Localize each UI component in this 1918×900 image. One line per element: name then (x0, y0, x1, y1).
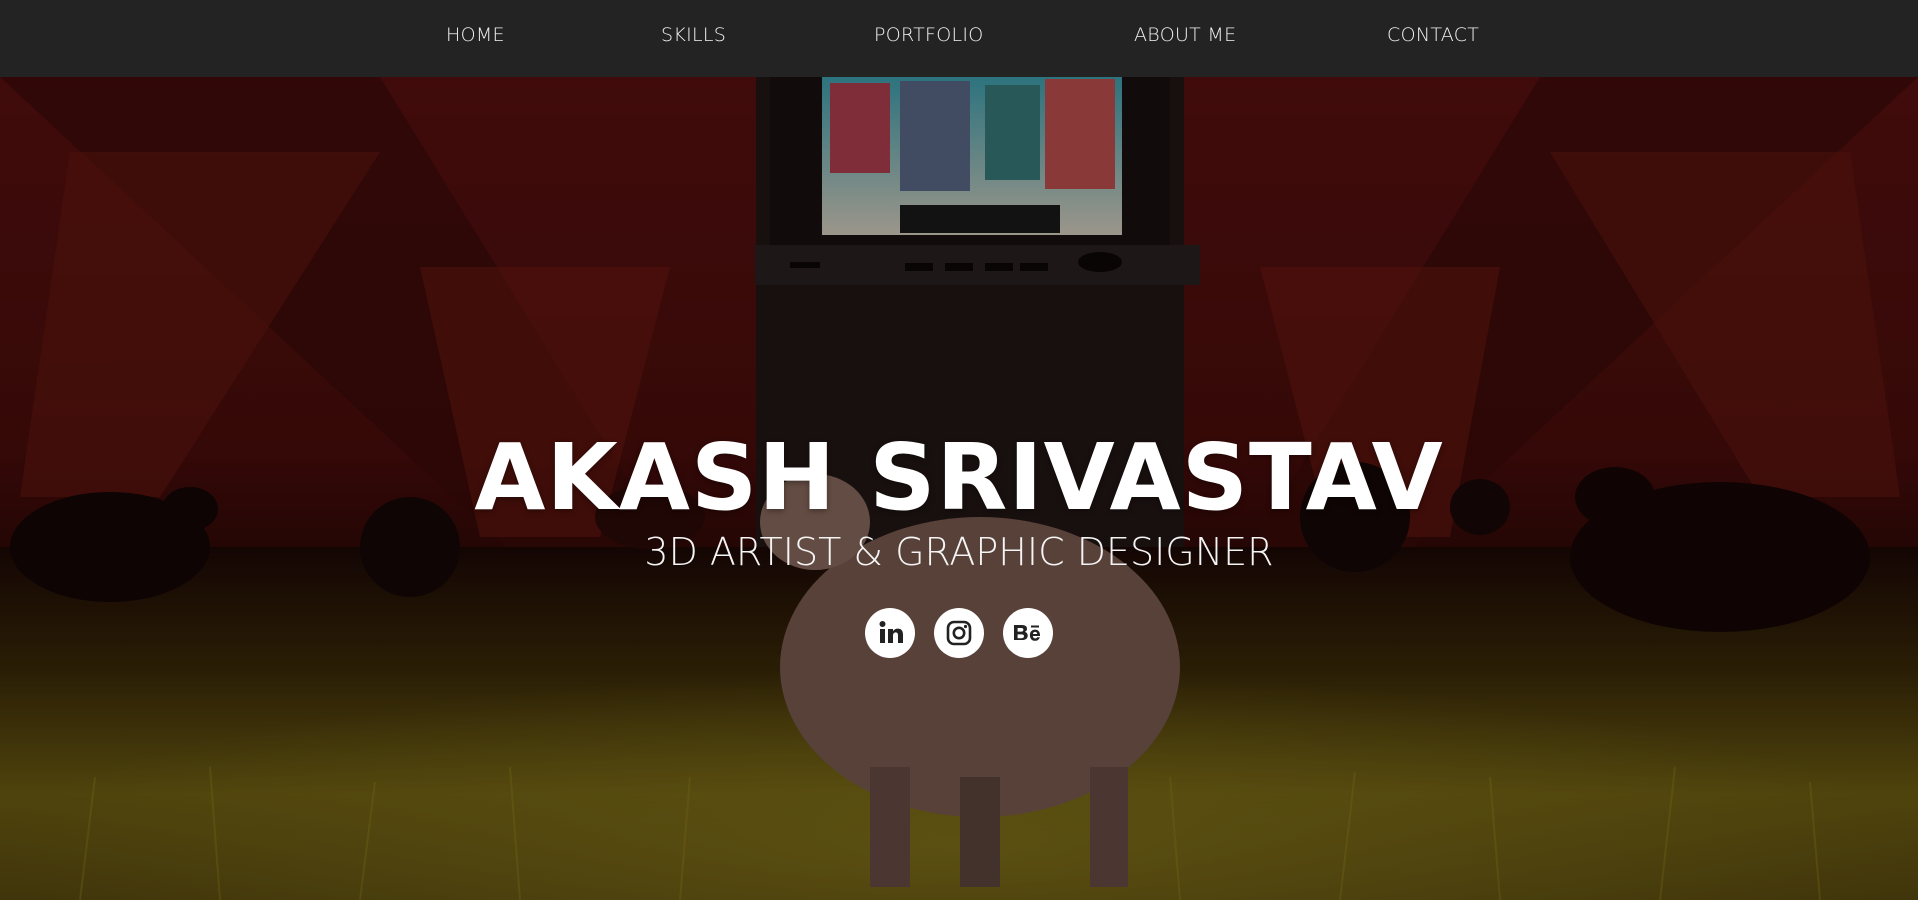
behance-button[interactable] (1003, 608, 1053, 658)
nav-home[interactable]: HOME (446, 24, 505, 54)
behance-icon (1014, 625, 1040, 641)
top-navigation: HOME SKILLS PORTFOLIO ABOUT ME CONTACT (0, 0, 1918, 77)
linkedin-icon (879, 621, 903, 643)
hero-name: AKASH SRIVASTAV (474, 424, 1444, 531)
nav-skills[interactable]: SKILLS (661, 24, 726, 54)
nav-about-me[interactable]: ABOUT ME (1134, 24, 1236, 54)
instagram-button[interactable] (934, 608, 984, 658)
nav-portfolio[interactable]: PORTFOLIO (874, 24, 984, 54)
nav-contact[interactable]: CONTACT (1387, 24, 1479, 54)
hero-tagline: 3D ARTIST & GRAPHIC DESIGNER (644, 530, 1274, 574)
hero-section: AKASH SRIVASTAV 3D ARTIST & GRAPHIC DESI… (0, 77, 1918, 900)
instagram-icon (946, 620, 972, 646)
social-links (865, 608, 1055, 658)
linkedin-button[interactable] (865, 608, 915, 658)
